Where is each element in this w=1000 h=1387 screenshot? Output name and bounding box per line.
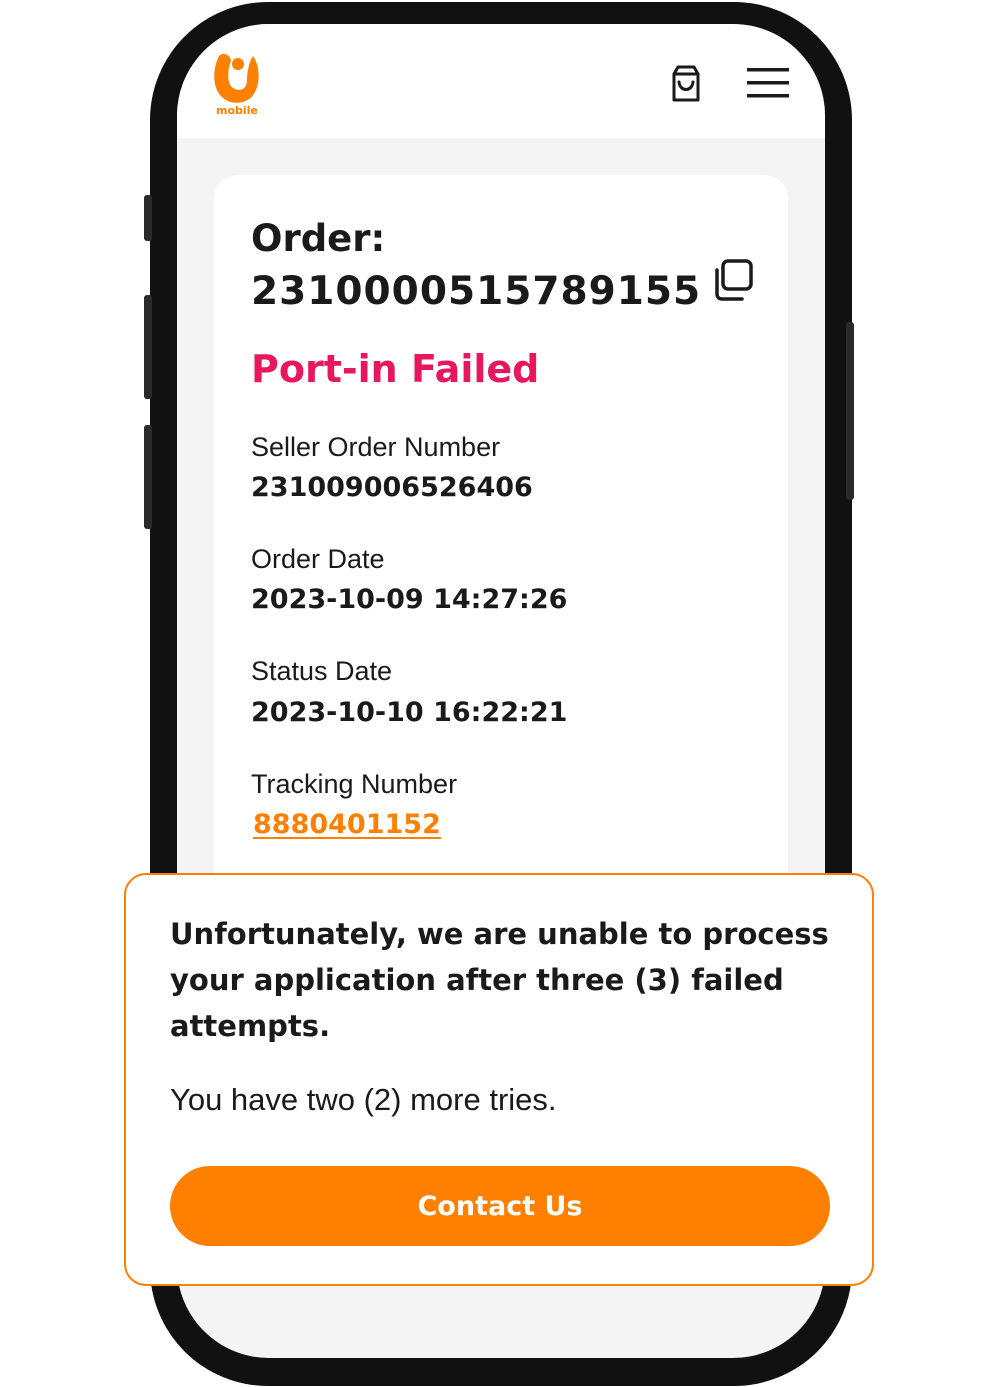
phone-volume-up-button — [144, 295, 152, 399]
copy-icon[interactable] — [711, 258, 755, 302]
phone-power-button — [846, 322, 854, 500]
order-date-value: 2023-10-09 14:27:26 — [251, 584, 568, 615]
popup-message: Unfortunately, we are unable to process … — [170, 917, 829, 1043]
contact-us-button[interactable]: Contact Us — [170, 1166, 830, 1246]
order-number: 2310000515789155 — [251, 269, 702, 314]
status-date-label: Status Date — [251, 656, 393, 686]
phone-volume-down-button — [144, 425, 152, 529]
order-status: Port-in Failed — [251, 347, 540, 391]
phone-side-button — [144, 195, 152, 241]
order-label: Order: — [251, 217, 386, 260]
seller-order-number-label: Seller Order Number — [251, 432, 501, 462]
logo-text: mobile — [216, 104, 258, 117]
popup-sub-message: You have two (2) more tries. — [170, 1082, 557, 1117]
tracking-number-link[interactable]: 8880401152 — [253, 809, 441, 840]
failure-popup: Unfortunately, we are unable to process … — [124, 873, 874, 1286]
seller-order-number-value: 231009006526406 — [251, 472, 533, 503]
status-date-value: 2023-10-10 16:22:21 — [251, 697, 568, 728]
shopping-bag-icon[interactable] — [668, 64, 704, 104]
order-date-label: Order Date — [251, 544, 385, 574]
header-bar: mobile — [177, 24, 825, 138]
hamburger-menu-icon[interactable] — [747, 67, 789, 99]
tracking-number-label: Tracking Number — [251, 769, 458, 799]
